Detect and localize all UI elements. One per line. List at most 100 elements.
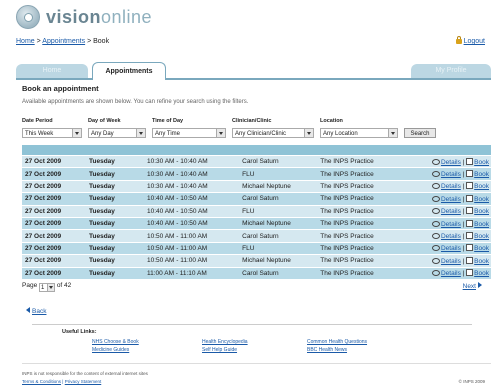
- logo-text-bold: vision: [46, 6, 102, 27]
- table-row: 27 Oct 2009 Tuesday 10:40 AM - 10:50 AM Car…: [22, 192, 491, 206]
- book-link[interactable]: Book: [466, 170, 489, 178]
- book-link[interactable]: Book: [466, 269, 489, 278]
- appointment-location: The INPS Practice: [317, 155, 403, 169]
- book-link[interactable]: Book: [466, 219, 489, 228]
- lock-icon: [455, 36, 462, 44]
- book-label: Book: [474, 195, 489, 203]
- details-link[interactable]: Details: [431, 158, 461, 166]
- terms-link[interactable]: Terms & Conditions: [22, 379, 61, 384]
- eye-icon: [431, 245, 440, 252]
- table-row: 27 Oct 2009 Tuesday 10:50 AM - 11:00 AM Car…: [22, 229, 491, 243]
- page-select[interactable]: 1: [39, 283, 55, 292]
- book-icon: [466, 182, 474, 190]
- time-of-day-select[interactable]: Any Time: [152, 128, 226, 138]
- book-label: Book: [474, 270, 489, 278]
- row-actions: Details | Book: [402, 229, 491, 243]
- chevron-down-icon: [388, 129, 397, 137]
- tab-appointments[interactable]: Appointments: [92, 62, 166, 80]
- day-of-week-select[interactable]: Any Day: [88, 128, 146, 138]
- appointment-location: The INPS Practice: [317, 192, 403, 206]
- details-link[interactable]: Details: [431, 220, 461, 228]
- appointment-day: Tuesday: [86, 242, 144, 256]
- details-label: Details: [440, 195, 461, 203]
- details-link[interactable]: Details: [431, 245, 461, 252]
- date-period-value: This Week: [25, 131, 54, 137]
- self-help-guide-link[interactable]: Self Help Guide: [202, 347, 237, 353]
- appointment-day: Tuesday: [86, 217, 144, 231]
- header: visiononline: [0, 0, 491, 34]
- details-link[interactable]: Details: [431, 257, 461, 265]
- book-label: Book: [474, 208, 489, 216]
- chevron-down-icon: [47, 284, 54, 291]
- appointment-clinician: Carol Saturn: [239, 229, 318, 243]
- book-link[interactable]: Book: [466, 194, 489, 203]
- date-period-select[interactable]: This Week: [22, 128, 82, 138]
- appointment-location: The INPS Practice: [317, 267, 403, 280]
- breadcrumb-appointments-link[interactable]: Appointments: [42, 38, 85, 45]
- back-link[interactable]: Back: [26, 307, 46, 315]
- tab-my-profile[interactable]: My Profile: [411, 64, 491, 78]
- appointment-time: 10:30 AM - 10:40 AM: [144, 155, 240, 169]
- book-link[interactable]: Book: [466, 232, 489, 240]
- appointment-clinician: Michael Neptune: [239, 217, 318, 231]
- breadcrumb: Home > Appointments > Book: [16, 38, 109, 45]
- appointment-clinician: Carol Saturn: [239, 192, 318, 206]
- details-link[interactable]: Details: [431, 171, 461, 178]
- book-link[interactable]: Book: [466, 207, 489, 216]
- details-link[interactable]: Details: [431, 208, 461, 215]
- row-actions: Details | Book: [402, 155, 491, 169]
- appointment-day: Tuesday: [86, 254, 144, 268]
- chevron-down-icon: [304, 129, 313, 137]
- table-row: 27 Oct 2009 Tuesday 10:40 AM - 10:50 AM Mic…: [22, 217, 491, 231]
- book-icon: [466, 256, 474, 264]
- bbc-health-news-link[interactable]: BBC Health News: [307, 347, 347, 353]
- footer-disclaimer: INPS is not responsible for the content …: [22, 371, 148, 376]
- location-select[interactable]: Any Location: [320, 128, 398, 138]
- eye-icon: [431, 233, 440, 240]
- table-header-cell: [22, 145, 491, 156]
- book-label: Book: [474, 183, 489, 191]
- action-separator: |: [462, 270, 465, 278]
- health-encyclopedia-link[interactable]: Health Encyclopedia: [202, 339, 248, 345]
- logo-text-light: online: [101, 6, 153, 27]
- next-page-link[interactable]: Next: [463, 282, 482, 290]
- table-row: 27 Oct 2009 Tuesday 10:30 AM - 10:40 AM Car…: [22, 155, 491, 169]
- book-link[interactable]: Book: [466, 182, 489, 191]
- book-icon: [466, 232, 474, 240]
- privacy-link[interactable]: Privacy Statement: [65, 379, 102, 384]
- details-link[interactable]: Details: [431, 183, 461, 190]
- appointment-date: 27 Oct 2009: [22, 267, 86, 280]
- arrow-right-icon: [478, 282, 482, 288]
- book-link[interactable]: Book: [466, 256, 489, 265]
- footer-divider: [22, 363, 491, 364]
- book-link[interactable]: Book: [466, 157, 489, 166]
- eye-icon: [431, 270, 440, 277]
- action-separator: |: [462, 195, 465, 203]
- details-link[interactable]: Details: [431, 233, 461, 240]
- common-health-questions-link[interactable]: Common Health Questions: [307, 339, 367, 345]
- details-link[interactable]: Details: [431, 270, 461, 277]
- page-title: Book an appointment: [22, 84, 99, 93]
- medicine-guides-link[interactable]: Medicine Guides: [92, 347, 129, 353]
- tab-home[interactable]: Home: [16, 64, 88, 78]
- appointment-date: 27 Oct 2009: [22, 180, 86, 194]
- search-button[interactable]: Search: [404, 128, 436, 138]
- book-icon: [466, 157, 474, 165]
- appointment-clinician: Carol Saturn: [239, 155, 318, 169]
- action-separator: |: [462, 257, 465, 265]
- nhs-choose-book-link[interactable]: NHS Choose & Book: [92, 339, 139, 345]
- vision-online-logo[interactable]: visiononline: [16, 5, 152, 29]
- details-link[interactable]: Details: [431, 195, 461, 203]
- appointment-day: Tuesday: [86, 205, 144, 218]
- table-row: 27 Oct 2009 Tuesday 11:00 AM - 11:10 AM Car…: [22, 267, 491, 280]
- appointments-table-body: 27 Oct 2009 Tuesday 10:30 AM - 10:40 AM Car…: [22, 145, 491, 280]
- chevron-down-icon: [136, 129, 145, 137]
- clinician-select[interactable]: Any Clinician/Clinic: [232, 128, 314, 138]
- logout-link[interactable]: Logout: [455, 36, 485, 45]
- next-label: Next: [462, 283, 476, 290]
- appointment-time: 10:50 AM - 11:00 AM: [144, 242, 240, 256]
- book-icon: [466, 219, 474, 227]
- book-icon: [466, 170, 474, 178]
- breadcrumb-home-link[interactable]: Home: [16, 38, 35, 45]
- book-link[interactable]: Book: [466, 244, 489, 252]
